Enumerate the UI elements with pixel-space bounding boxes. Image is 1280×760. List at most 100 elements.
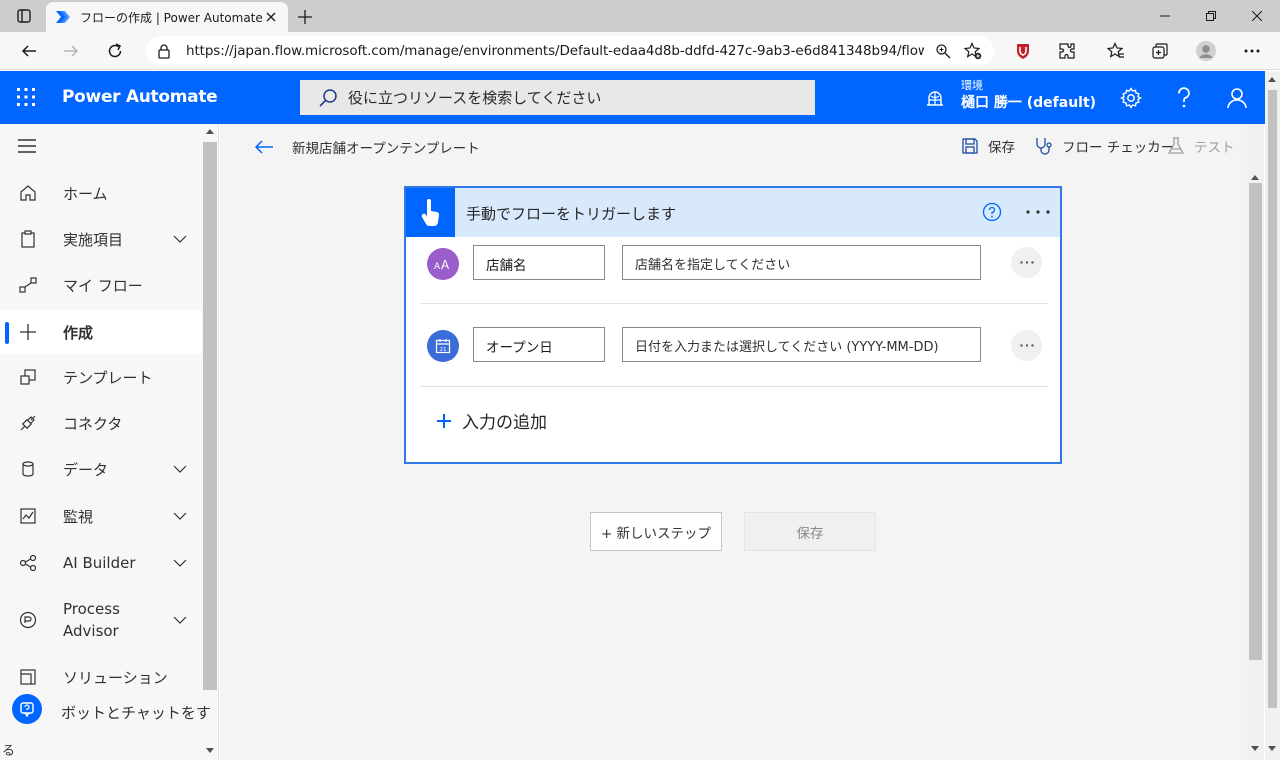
favorites-icon[interactable] [1101,36,1131,66]
clipboard-icon [18,229,38,249]
back-arrow-icon[interactable] [253,136,275,158]
nav-label-multiline: Process Advisor [63,598,120,642]
chevron-down-icon[interactable] [172,461,188,477]
nav-label: コネクタ [63,414,123,433]
app-launcher-icon[interactable] [14,85,38,109]
zoom-icon[interactable] [932,40,954,62]
monitor-icon [18,506,38,526]
chevron-down-icon[interactable] [172,555,188,571]
chevron-down-icon[interactable] [172,612,188,628]
database-icon [18,459,38,479]
chat-bot-badge-icon[interactable] [12,694,42,724]
new-step-button[interactable]: + 新しいステップ [590,512,722,551]
home-icon [18,183,38,203]
help-icon[interactable] [1170,84,1198,112]
nav-item-monitor[interactable]: 監視 [0,494,202,538]
account-icon[interactable] [1223,84,1251,112]
template-icon [18,367,38,387]
input-more-options-icon[interactable] [1011,247,1042,278]
svg-text:21: 21 [440,347,447,353]
input-name-field[interactable]: 店舗名 [473,245,605,280]
browser-menu-icon[interactable] [1237,36,1267,66]
process-advisor-icon [18,610,38,630]
canvas-scrollbar-thumb[interactable] [1249,183,1262,660]
nav-item-create[interactable]: 作成 [0,310,202,354]
nav-item-templates[interactable]: テンプレート [0,355,202,399]
new-tab-icon[interactable] [294,6,316,28]
input-more-options-icon[interactable] [1011,330,1042,361]
save-disk-icon [962,138,978,154]
help-circle-icon[interactable] [982,202,1002,222]
page-scroll-up-icon[interactable] [1268,76,1276,82]
brand-name[interactable]: Power Automate [62,87,218,107]
close-tab-icon[interactable] [262,8,280,26]
settings-gear-icon[interactable] [1117,84,1145,112]
canvas-scroll-down-icon[interactable] [1251,746,1259,752]
trigger-title: 手動でフローをトリガーします [466,205,677,223]
add-plus-icon [437,413,451,428]
forward-icon[interactable] [56,36,86,66]
nav-label: 作成 [63,323,94,342]
save-command-label: 保存 [988,140,1015,156]
nav-label: AI Builder [63,554,136,572]
plus-icon [18,322,38,342]
input-row-store-name: AA 店舗名 店舗名を指定してください [420,237,1048,304]
solution-icon [18,667,38,687]
nav-item-ai-builder[interactable]: AI Builder [0,541,202,585]
nav-label: 監視 [63,507,94,526]
input-name-field[interactable]: オープン日 [473,327,605,362]
trigger-card-header[interactable]: 手動でフローをトリガーします [406,188,1060,237]
save-flow-button[interactable]: 保存 [744,512,876,551]
environment-icon [927,91,943,106]
add-input-button[interactable]: 入力の追加 [434,408,547,433]
scroll-down-arrow-icon[interactable] [206,748,214,754]
nav-scrollbar-thumb[interactable] [203,142,217,690]
save-command[interactable]: 保存 [960,134,1015,158]
flow-checker-command[interactable]: フロー チェッカー [1034,134,1174,158]
card-more-options-icon[interactable] [1024,202,1052,222]
hamburger-menu-icon[interactable] [16,138,38,154]
nav-item-my-flows[interactable]: マイ フロー [0,263,202,307]
page-scroll-down-icon[interactable] [1268,746,1276,752]
nav-label: ソリューション [63,668,168,687]
extensions-icon[interactable] [1052,36,1082,66]
nav-item-home[interactable]: ホーム [0,171,202,215]
browser-tab-strip: フローの作成 | Power Automate [0,0,1280,32]
input-placeholder-field[interactable]: 店舗名を指定してください [622,245,981,280]
back-icon[interactable] [14,36,44,66]
canvas-scroll-up-icon[interactable] [1251,174,1259,180]
tab-actions-icon[interactable] [8,4,40,28]
chevron-down-icon[interactable] [172,508,188,524]
calendar-icon: 21 [427,330,459,362]
scroll-up-arrow-icon[interactable] [206,128,214,134]
environment-label: 環境 [961,79,983,92]
minimize-window-icon[interactable] [1142,0,1188,32]
add-input-label: 入力の追加 [462,413,547,433]
browser-tab[interactable]: フローの作成 | Power Automate [46,2,288,32]
tab-title: フローの作成 | Power Automate [80,10,262,25]
nav-label-line2: Advisor [63,622,119,640]
profile-avatar-icon[interactable] [1191,36,1221,66]
collections-icon[interactable] [1145,36,1175,66]
nav-item-process-advisor[interactable]: Process Advisor [0,597,202,643]
trigger-card[interactable]: 手動でフローをトリガーします AA 店舗名 店舗名を指定してください 21 オー… [404,186,1062,464]
flow-name[interactable]: 新規店舗オープンテンプレート [292,137,480,157]
refresh-icon[interactable] [100,36,130,66]
nav-label-line1: Process [63,600,120,618]
page-scrollbar-thumb[interactable] [1268,90,1277,708]
shield-extension-icon[interactable] [1008,36,1038,66]
search-input[interactable]: 役に立つリソースを検索してください [300,80,815,115]
chevron-down-icon[interactable] [172,231,188,247]
address-bar[interactable]: https://japan.flow.microsoft.com/manage/… [146,36,994,66]
nav-label: データ [63,460,109,479]
nav-label: テンプレート [63,368,153,387]
nav-item-data[interactable]: データ [0,447,202,491]
restore-window-icon[interactable] [1188,0,1234,32]
input-placeholder-field[interactable]: 日付を入力または選択してください (YYYY-MM-DD) [622,327,981,362]
environment-picker[interactable]: 環境 樋口 勝一 (default) [961,79,1096,113]
nav-item-connectors[interactable]: コネクタ [0,401,202,445]
nav-item-action-items[interactable]: 実施項目 [0,217,202,261]
test-command[interactable]: テスト [1166,134,1235,158]
add-favorite-icon[interactable] [962,40,984,62]
close-window-icon[interactable] [1234,0,1280,32]
